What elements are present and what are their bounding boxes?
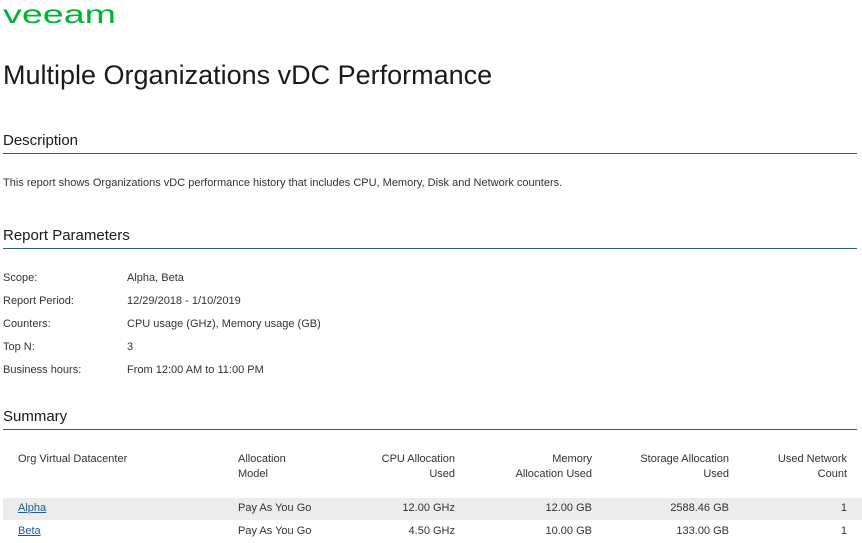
table-row: Beta Pay As You Go 4.50 GHz 10.00 GB 133… — [3, 521, 862, 543]
param-label: Business hours: — [3, 364, 82, 376]
param-value: 3 — [127, 341, 134, 353]
param-label: Scope: — [3, 272, 38, 284]
description-section-header: Description — [3, 131, 857, 154]
summary-heading: Summary — [3, 408, 68, 425]
cpu-allocation-cell: 12.00 GHz — [402, 502, 455, 514]
summary-table-header: Org Virtual Datacenter Allocation Model … — [3, 452, 862, 486]
param-label: Report Period: — [3, 295, 74, 307]
column-header-network-count: Used Network Count — [777, 453, 847, 480]
storage-allocation-cell: 2588.46 GB — [670, 502, 729, 514]
veeam-logo: veeam — [3, 2, 116, 26]
network-count-cell: 1 — [840, 502, 847, 514]
description-text: This report shows Organizations vDC perf… — [3, 177, 563, 189]
description-heading: Description — [3, 132, 79, 149]
veeam-logo-text: veeam — [3, 2, 116, 26]
param-label: Counters: — [3, 318, 51, 330]
memory-allocation-cell: 12.00 GB — [545, 502, 592, 514]
parameters-section-header: Report Parameters — [3, 226, 857, 249]
vdc-link-beta[interactable]: Beta — [18, 525, 41, 537]
param-label: Top N: — [3, 341, 35, 353]
parameters-heading: Report Parameters — [3, 227, 130, 244]
page-title: Multiple Organizations vDC Performance — [3, 60, 493, 90]
param-value: 12/29/2018 - 1/10/2019 — [127, 295, 241, 307]
vdc-link-alpha[interactable]: Alpha — [18, 502, 46, 514]
network-count-cell: 1 — [840, 525, 847, 537]
cpu-allocation-cell: 4.50 GHz — [408, 525, 455, 537]
allocation-model-cell: Pay As You Go — [238, 502, 312, 514]
summary-section-header: Summary — [3, 407, 857, 430]
column-header-memory-allocation: Memory Allocation Used — [515, 453, 592, 480]
column-header-storage-allocation: Storage Allocation Used — [640, 453, 729, 480]
column-header-cpu-allocation: CPU Allocation Used — [381, 453, 455, 480]
memory-allocation-cell: 10.00 GB — [545, 525, 592, 537]
param-value: From 12:00 AM to 11:00 PM — [127, 364, 264, 376]
column-header-org-vdc: Org Virtual Datacenter — [18, 453, 128, 465]
allocation-model-cell: Pay As You Go — [238, 525, 312, 537]
param-value: CPU usage (GHz), Memory usage (GB) — [127, 318, 321, 330]
table-row: Alpha Pay As You Go 12.00 GHz 12.00 GB 2… — [3, 498, 862, 520]
storage-allocation-cell: 133.00 GB — [676, 525, 729, 537]
column-header-allocation-model: Allocation Model — [238, 453, 286, 480]
param-value: Alpha, Beta — [127, 272, 184, 284]
